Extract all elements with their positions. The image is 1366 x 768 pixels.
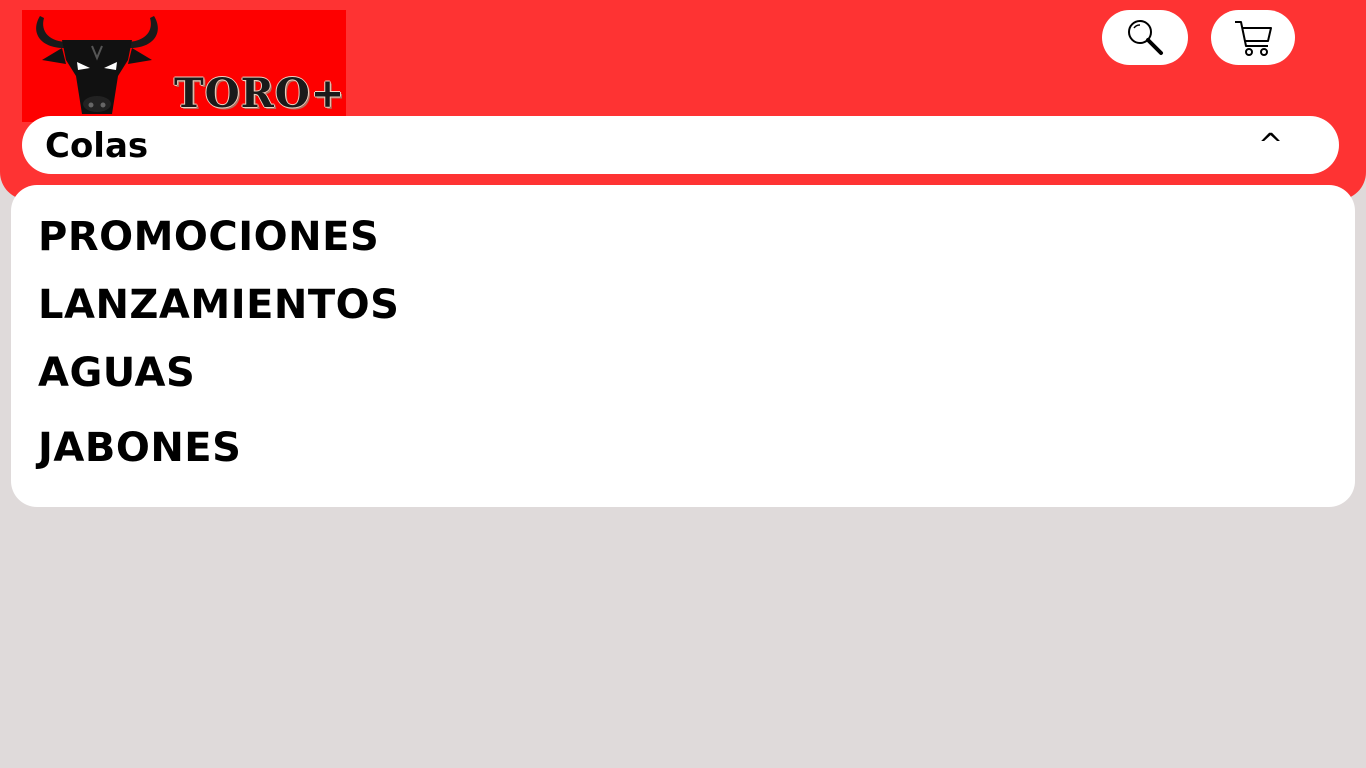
category-selected-label: Colas <box>45 126 149 166</box>
bull-icon <box>36 16 158 114</box>
menu-item-promociones[interactable]: PROMOCIONES <box>38 214 379 260</box>
menu-item-lanzamientos[interactable]: LANZAMIENTOS <box>38 282 399 328</box>
menu-item-aguas[interactable]: AGUAS <box>38 350 195 396</box>
search-button[interactable] <box>1102 10 1188 65</box>
brand-logo[interactable]: TORO+ <box>22 10 346 122</box>
menu-item-jabones[interactable]: JABONES <box>38 425 241 471</box>
cart-button[interactable] <box>1211 10 1295 65</box>
brand-name: TORO+ <box>174 70 346 117</box>
cart-icon <box>1235 20 1272 56</box>
search-icon <box>1128 19 1163 55</box>
chevron-up-icon[interactable]: ^ <box>1258 128 1283 164</box>
category-menu-panel: PROMOCIONES LANZAMIENTOS AGUAS JABONES <box>11 185 1355 507</box>
category-dropdown[interactable]: Colas ^ <box>22 116 1339 174</box>
header-bar: TORO+ Colas ^ <box>0 0 1366 200</box>
